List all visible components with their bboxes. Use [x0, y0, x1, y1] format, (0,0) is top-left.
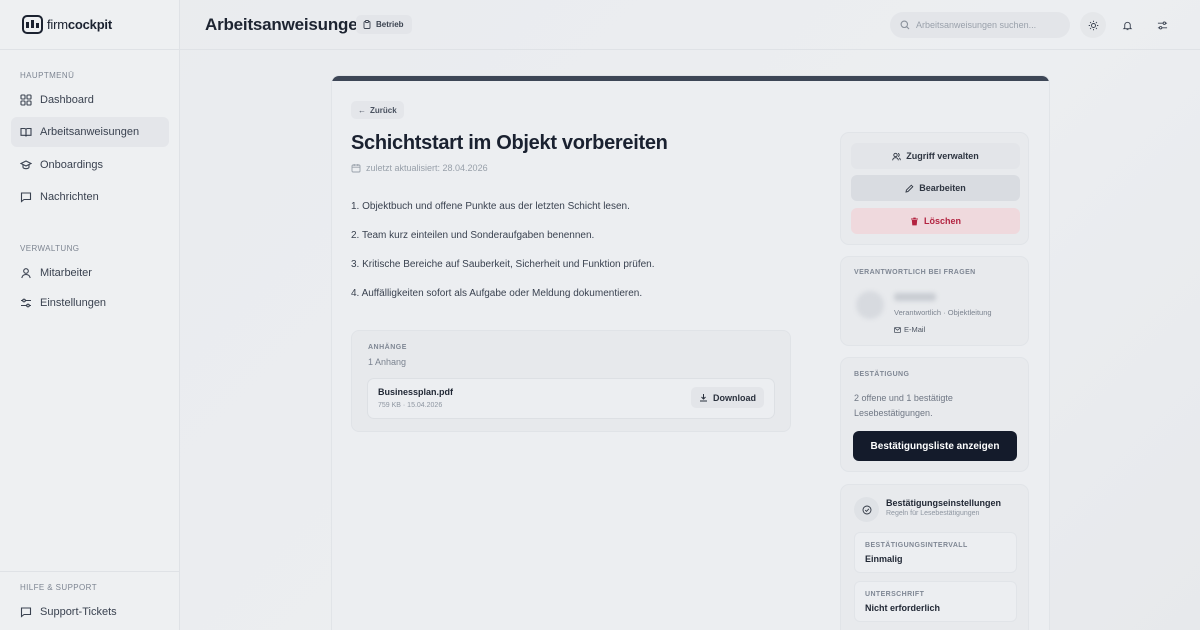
confirmation-label: BESTÄTIGUNG [854, 371, 910, 378]
notifications-button[interactable] [1114, 12, 1140, 38]
book-icon [20, 127, 32, 137]
badge-label: Betrieb [376, 20, 404, 29]
responsible-label: VERANTWORTLICH BEI FRAGEN [854, 269, 976, 276]
confirmation-panel: BESTÄTIGUNG 2 offene und 1 bestätigte Le… [840, 357, 1029, 472]
sidebar-item-label: Mitarbeiter [40, 267, 92, 279]
grid-icon [20, 94, 32, 106]
brand-name: firmcockpit [47, 17, 112, 32]
sun-icon [1088, 20, 1098, 30]
bell-icon [1122, 21, 1132, 30]
sidebar: firmcockpit HAUPTMENÜ Dashboard Arbeitsa… [0, 0, 180, 630]
sliders-icon [1157, 21, 1167, 29]
top-header: Arbeitsanweisungen Betrieb Arbeitsanweis… [180, 0, 1200, 50]
pencil-icon [905, 184, 914, 193]
mail-icon [894, 326, 901, 333]
sidebar-item-nachrichten[interactable]: Nachrichten [11, 182, 169, 212]
filter-settings-button[interactable] [1149, 12, 1175, 38]
responsible-role: Verantwortlich · Objektleitung [894, 308, 992, 317]
settings-subtitle: Regeln für Lesebestätigungen [886, 510, 980, 517]
sidebar-item-label: Onboardings [40, 159, 103, 171]
responsible-panel: VERANTWORTLICH BEI FRAGEN Verantwortlich… [840, 256, 1029, 346]
file-name: Businessplan.pdf [378, 387, 454, 397]
sidebar-item-dashboard[interactable]: Dashboard [11, 85, 169, 115]
file-meta: 759 KB · 15.04.2026 [378, 402, 443, 409]
interval-setting: BESTÄTIGUNGSINTERVALL Einmalig [854, 532, 1017, 573]
document-title: Schichtstart im Objekt vorbereiten [351, 132, 668, 154]
theme-toggle-button[interactable] [1080, 12, 1106, 38]
signature-setting: UNTERSCHRIFT Nicht erforderlich [854, 581, 1017, 622]
attachments-section: ANHÄNGE 1 Anhang Businessplan.pdf 759 KB… [351, 330, 791, 432]
signature-label: UNTERSCHRIFT [865, 591, 925, 598]
sidebar-section-main: HAUPTMENÜ [20, 71, 75, 80]
sidebar-section-support: HILFE & SUPPORT [20, 583, 97, 592]
email-link[interactable]: E-Mail [894, 325, 925, 334]
edit-button[interactable]: Bearbeiten [851, 175, 1020, 201]
settings-title: Bestätigungseinstellungen [886, 498, 1002, 508]
download-button[interactable]: Download [691, 387, 764, 408]
page-title: Arbeitsanweisungen [205, 15, 368, 34]
sidebar-item-onboardings[interactable]: Onboardings [11, 150, 169, 180]
instruction-step: 2. Team kurz einteilen und Sonderaufgabe… [351, 230, 595, 241]
card-accent-bar [332, 76, 1049, 81]
chat-icon [20, 192, 32, 203]
sidebar-item-label: Nachrichten [40, 191, 99, 203]
sidebar-item-support-tickets[interactable]: Support-Tickets [11, 597, 169, 627]
download-icon [700, 394, 707, 402]
attachment-item[interactable]: Businessplan.pdf 759 KB · 15.04.2026 Dow… [367, 378, 775, 419]
confirmation-status: 2 offene und 1 bestätigte Lesebestätigun… [854, 393, 953, 418]
instruction-card: ← Zurück Schichtstart im Objekt vorberei… [331, 75, 1050, 630]
download-label: Download [713, 392, 756, 403]
back-label: Zurück [370, 105, 397, 115]
manage-access-label: Zugriff verwalten [906, 151, 979, 161]
attachments-label: ANHÄNGE [368, 344, 407, 351]
users-icon [892, 152, 902, 160]
sidebar-item-label: Support-Tickets [40, 606, 117, 618]
responsible-name-redacted [894, 293, 936, 301]
check-circle-icon [854, 497, 879, 522]
arrow-left-icon: ← [358, 105, 366, 115]
logo-icon [22, 15, 43, 34]
instruction-step: 1. Objektbuch und offene Punkte aus der … [351, 201, 630, 212]
sidebar-item-mitarbeiter[interactable]: Mitarbeiter [11, 258, 169, 288]
confirmation-settings-panel: Bestätigungseinstellungen Regeln für Les… [840, 484, 1029, 630]
instruction-step: 3. Kritische Bereiche auf Sauberkeit, Si… [351, 259, 655, 270]
delete-button[interactable]: Löschen [851, 208, 1020, 234]
manage-access-button[interactable]: Zugriff verwalten [851, 143, 1020, 169]
sidebar-section-admin: VERWALTUNG [20, 244, 80, 253]
chat-icon [20, 607, 32, 618]
sidebar-item-label: Arbeitsanweisungen [40, 126, 140, 138]
actions-panel: Zugriff verwalten Bearbeiten Löschen [840, 132, 1029, 245]
sidebar-item-einstellungen[interactable]: Einstellungen [11, 288, 169, 318]
interval-label: BESTÄTIGUNGSINTERVALL [865, 542, 968, 549]
sidebar-item-arbeitsanweisungen[interactable]: Arbeitsanweisungen [11, 117, 169, 147]
delete-label: Löschen [923, 216, 961, 226]
email-label: E-Mail [904, 325, 926, 334]
interval-value: Einmalig [865, 554, 903, 564]
trash-icon [910, 217, 918, 225]
instruction-step: 4. Auffälligkeiten sofort als Aufgabe od… [351, 288, 643, 299]
sidebar-divider [0, 571, 179, 572]
graduation-cap-icon [20, 160, 32, 170]
sidebar-divider [0, 49, 179, 50]
category-badge: Betrieb [356, 15, 412, 34]
sidebar-item-label: Einstellungen [40, 297, 107, 309]
user-icon [21, 268, 31, 279]
show-confirmation-list-button[interactable]: Bestätigungsliste anzeigen [853, 431, 1017, 461]
avatar [856, 291, 884, 319]
brand-logo[interactable]: firmcockpit [22, 15, 112, 34]
back-button[interactable]: ← Zurück [351, 101, 404, 119]
search-placeholder: Arbeitsanweisungen suchen... [916, 20, 1037, 30]
calendar-icon [351, 164, 361, 173]
edit-label: Bearbeiten [919, 183, 966, 193]
search-input[interactable]: Arbeitsanweisungen suchen... [890, 12, 1070, 38]
attachments-count: 1 Anhang [368, 357, 407, 367]
signature-value: Nicht erforderlich [865, 603, 941, 613]
search-icon [900, 20, 910, 30]
sidebar-item-label: Dashboard [40, 94, 94, 106]
sliders-icon [21, 298, 31, 308]
last-updated-text: zuletzt aktualisiert: 28.04.2026 [366, 163, 488, 173]
last-updated: zuletzt aktualisiert: 28.04.2026 [351, 163, 488, 173]
clipboard-icon [363, 20, 371, 29]
